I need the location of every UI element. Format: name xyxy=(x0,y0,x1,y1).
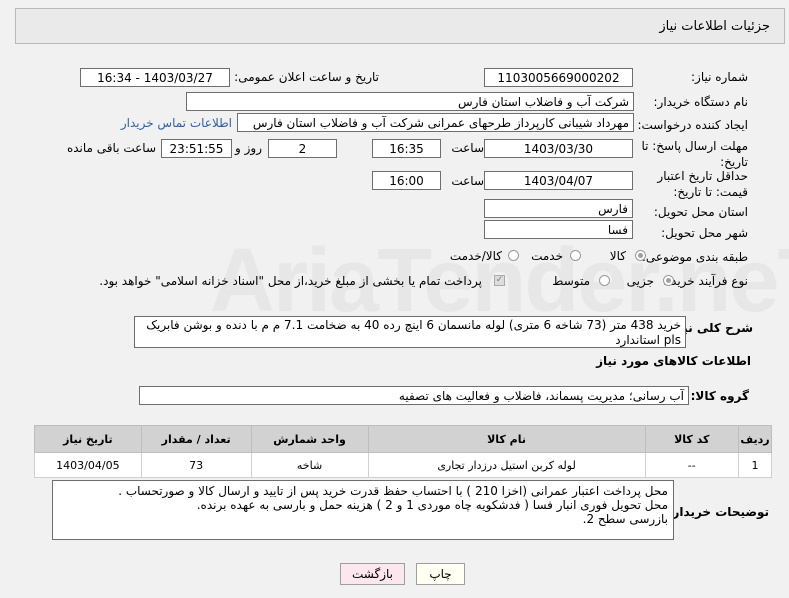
buyer-notes-line: محل تحویل فوری انبار فسا ( فدشکویه چاه م… xyxy=(196,498,668,512)
col-need-date: تاریخ نیاز xyxy=(34,425,142,453)
days-label: روز و xyxy=(235,141,262,155)
process-radio-medium[interactable] xyxy=(599,275,610,286)
description-field: خرید 438 متر (73 شاخه 6 متری) لوله مانسم… xyxy=(134,316,686,348)
cell-code: -- xyxy=(644,452,739,478)
need-number-label: شماره نیاز: xyxy=(691,70,748,84)
remaining-time-field: 23:51:55 xyxy=(161,139,232,158)
validity-time-label: ساعت xyxy=(451,174,484,188)
process-option-medium: متوسط xyxy=(552,274,590,288)
col-unit: واحد شمارش xyxy=(250,425,369,453)
cell-row: 1 xyxy=(737,452,773,478)
process-radio-minor[interactable] xyxy=(663,275,674,286)
deadline-time-label: ساعت xyxy=(451,141,484,155)
category-radio-goods[interactable] xyxy=(635,250,646,261)
items-table: ردیف کد کالا نام کالا واحد شمارش تعداد /… xyxy=(34,425,773,478)
category-option-service: خدمت xyxy=(531,249,563,263)
city-field: فسا xyxy=(484,220,633,239)
buyer-notes-label: توضیحات خریدار: xyxy=(667,505,769,519)
process-label: نوع فرآیند خرید : xyxy=(663,274,748,288)
treasury-note: پرداخت تمام یا بخشی از مبلغ خرید،از محل … xyxy=(99,274,482,288)
col-name: نام کالا xyxy=(367,425,646,453)
goods-group-label: گروه کالا: xyxy=(690,389,749,403)
validity-label: حداقل تاریخ اعتبار قیمت: تا تاریخ: xyxy=(657,169,748,199)
process-option-minor: جزیی xyxy=(626,274,654,288)
buyer-org-label: نام دستگاه خریدار: xyxy=(653,95,749,109)
buyer-notes-line: بازرسی سطح 2. xyxy=(582,512,668,526)
page-title: جزئیات اطلاعات نیاز xyxy=(659,19,770,34)
creator-label: ایجاد کننده درخواست: xyxy=(637,118,748,132)
contact-info-link[interactable]: اطلاعات تماس خریدار xyxy=(121,116,232,130)
print-button[interactable]: چاپ xyxy=(416,563,465,585)
announce-field: 1403/03/27 - 16:34 xyxy=(80,68,230,87)
goods-group-field: آب رسانی؛ مدیریت پسماند، فاضلاب و فعالیت… xyxy=(139,386,689,405)
need-number-field: 1103005669000202 xyxy=(484,68,633,87)
treasury-checkbox[interactable]: ✓ xyxy=(494,275,505,286)
goods-section-title: اطلاعات کالاهای مورد نیاز xyxy=(596,354,751,368)
back-button[interactable]: بازگشت xyxy=(340,563,405,585)
creator-field: مهرداد شیبانی کارپرداز طرحهای عمرانی شرک… xyxy=(237,113,634,132)
buyer-notes-field: محل پرداخت اعتبار عمرانی (اخزا 210 ) با … xyxy=(52,480,674,540)
announce-label: تاریخ و ساعت اعلان عمومی: xyxy=(234,70,379,84)
province-field: فارس xyxy=(484,199,633,218)
table-header-row: ردیف کد کالا نام کالا واحد شمارش تعداد /… xyxy=(34,425,773,453)
col-code: کد کالا xyxy=(644,425,739,453)
deadline-time-field: 16:35 xyxy=(372,139,441,158)
category-radio-both[interactable] xyxy=(508,250,519,261)
validity-date-field: 1403/04/07 xyxy=(484,171,633,190)
buyer-notes-line: محل پرداخت اعتبار عمرانی (اخزا 210 ) با … xyxy=(118,484,668,498)
cell-quantity: 73 xyxy=(140,452,252,478)
category-option-both: کالا/خدمت xyxy=(449,249,502,263)
province-label: استان محل تحویل: xyxy=(653,205,748,219)
category-radio-service[interactable] xyxy=(570,250,581,261)
city-label: شهر محل تحویل: xyxy=(661,226,748,240)
validity-time-field: 16:00 xyxy=(372,171,441,190)
deadline-date-field: 1403/03/30 xyxy=(484,139,633,158)
col-quantity: تعداد / مقدار xyxy=(140,425,252,453)
category-label: طبقه بندی موضوعی: xyxy=(641,250,748,264)
deadline-label: مهلت ارسال پاسخ: تا تاریخ: xyxy=(641,139,748,169)
remaining-label: ساعت باقی مانده xyxy=(66,141,156,155)
table-row: 1 -- لوله کربن استیل درزدار تجاری شاخه 7… xyxy=(34,452,773,478)
cell-need-date: 1403/04/05 xyxy=(34,452,142,478)
buyer-org-field: شرکت آب و فاضلاب استان فارس xyxy=(186,92,634,111)
page-header: جزئیات اطلاعات نیاز xyxy=(15,8,785,44)
category-option-goods: کالا xyxy=(609,249,626,263)
col-row: ردیف xyxy=(737,425,773,453)
cell-name: لوله کربن استیل درزدار تجاری xyxy=(367,452,646,478)
days-field: 2 xyxy=(268,139,337,158)
cell-unit: شاخه xyxy=(250,452,369,478)
